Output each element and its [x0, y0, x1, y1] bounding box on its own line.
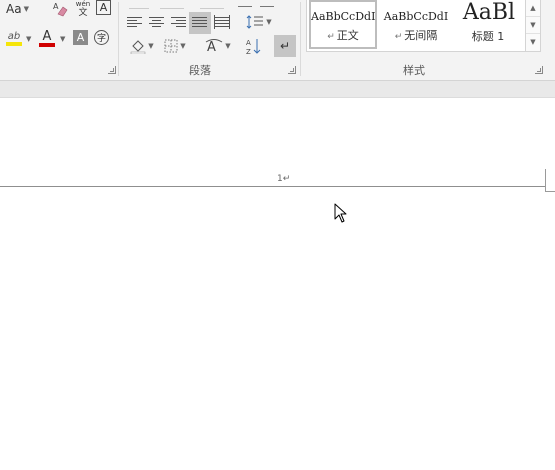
align-left-button[interactable] [127, 17, 142, 29]
font-color-bar [39, 42, 55, 47]
change-case-label: Aa [6, 2, 22, 16]
gallery-scroll-down-icon[interactable]: ▼ [526, 17, 540, 34]
line-spacing-icon [246, 15, 264, 29]
svg-text:A: A [207, 40, 216, 54]
mouse-pointer-icon [334, 203, 347, 223]
paint-bucket-icon [131, 40, 146, 54]
chevron-down-icon: ▼ [180, 42, 186, 50]
borders-icon [164, 39, 178, 53]
sort-icon: A Z [246, 39, 261, 55]
multilevel-list-button[interactable] [200, 0, 224, 9]
styles-group-label: 样式 [403, 64, 425, 77]
style-name: ↵ 正文 [327, 29, 359, 42]
phonetic-guide-button[interactable]: wén 文 [73, 0, 93, 18]
chinese-layout-button[interactable]: A ▼ [203, 37, 233, 55]
distributed-button[interactable] [214, 15, 230, 31]
sort-button[interactable]: A Z [245, 36, 263, 56]
enclose-characters-label: 字 [96, 34, 106, 44]
enclose-characters-button[interactable]: 字 [94, 30, 109, 45]
chevron-down-icon: ▼ [266, 18, 272, 26]
paragraph-dialog-launcher-icon[interactable] [288, 66, 296, 74]
style-sample: AaBbCcDdI [383, 10, 449, 23]
styles-gallery-scroll: ▲ ▼ ▼ [525, 0, 541, 52]
paragraph-mark-icon: ↵ [279, 39, 291, 53]
style-tile-heading-1[interactable]: AaBl 标题 1 [455, 0, 521, 49]
highlight-dropdown-icon[interactable]: ▼ [26, 35, 31, 43]
increase-indent-button[interactable] [260, 0, 274, 7]
chinese-layout-icon: A [206, 39, 223, 54]
change-case-button[interactable]: Aa ▼ [6, 1, 29, 17]
align-right-button[interactable] [171, 17, 186, 29]
styles-gallery: AaBbCcDdI ↵ 正文 AaBbCcDdI ↵ 无间隔 AaBl 标题 1 [306, 0, 526, 52]
paragraph-mark-icon: ↵ [394, 32, 403, 42]
line-spacing-button[interactable]: ▼ [245, 13, 273, 31]
group-divider [300, 2, 301, 76]
character-shading-label: A [76, 31, 85, 44]
align-center-button[interactable] [149, 17, 164, 29]
show-hide-marks-button[interactable]: ↵ [274, 35, 296, 57]
font-color-label: A [42, 28, 52, 44]
style-sample: AaBl [462, 0, 516, 25]
distributed-bracket-icon [214, 15, 230, 29]
character-border-button[interactable]: A [96, 0, 111, 15]
highlight-color-bar [6, 41, 22, 46]
chevron-down-icon: ▼ [148, 42, 154, 50]
style-name: 标题 1 [471, 30, 505, 43]
borders-button[interactable]: ▼ [160, 37, 190, 55]
justify-button[interactable] [189, 12, 211, 34]
eraser-icon: A [53, 2, 68, 17]
justify-icon [192, 17, 207, 29]
paragraph-group-label: 段落 [189, 64, 211, 77]
phonetic-top-label: wén [75, 0, 91, 8]
highlighter-icon: ab [7, 30, 21, 42]
clear-formatting-button[interactable]: A [51, 0, 69, 18]
style-name: ↵ 无间隔 [394, 29, 438, 42]
paragraph-mark-icon: ↵ [327, 32, 335, 42]
character-border-label: A [99, 1, 108, 14]
style-tile-normal[interactable]: AaBbCcDdI ↵ 正文 [309, 0, 377, 49]
document-page[interactable] [0, 98, 555, 470]
gallery-scroll-up-icon[interactable]: ▲ [526, 0, 540, 17]
bullets-button[interactable] [129, 0, 149, 9]
chevron-down-icon: ▼ [225, 42, 231, 50]
svg-text:A: A [53, 2, 59, 11]
style-sample: AaBbCcDdI [311, 10, 375, 23]
styles-dialog-launcher-icon[interactable] [535, 66, 543, 74]
page-number: 1↵ [277, 174, 291, 184]
chevron-down-icon: ▼ [23, 5, 29, 13]
numbering-button[interactable] [160, 0, 184, 9]
shading-button[interactable]: ▼ [127, 37, 157, 55]
font-color-button[interactable]: A [38, 29, 56, 47]
text-highlight-button[interactable]: ab [4, 29, 24, 47]
header-separator [0, 186, 545, 187]
ruler-gap [0, 81, 555, 98]
ribbon: Aa ▼ A wén 文 A ab ▼ A ▼ A 字 ▼ ▼ ▼ A ▼ A … [0, 0, 555, 81]
gallery-more-icon[interactable]: ▼ [526, 34, 540, 50]
phonetic-bottom-label: 文 [78, 7, 88, 18]
page-corner-mark [545, 169, 555, 192]
svg-text:Z: Z [246, 48, 251, 55]
character-shading-button[interactable]: A [73, 30, 88, 45]
group-divider [118, 2, 119, 76]
svg-text:A: A [246, 39, 251, 47]
font-dialog-launcher-icon[interactable] [108, 66, 116, 74]
style-tile-no-spacing[interactable]: AaBbCcDdI ↵ 无间隔 [381, 0, 451, 49]
font-color-dropdown-icon[interactable]: ▼ [60, 35, 65, 43]
decrease-indent-button[interactable] [238, 0, 252, 7]
